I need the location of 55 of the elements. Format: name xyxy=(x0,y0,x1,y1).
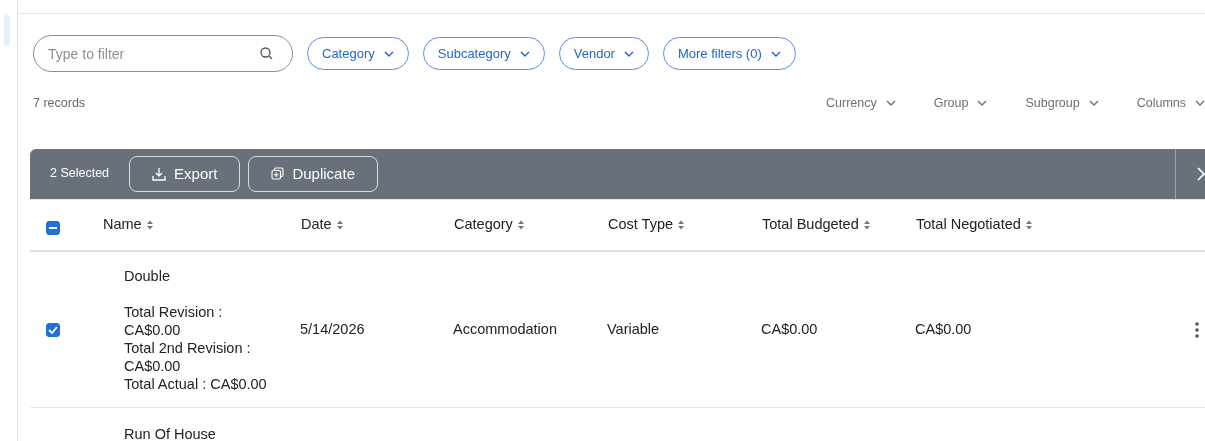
table-cell: CA$0.00 xyxy=(915,320,972,337)
chevron-down-icon xyxy=(519,50,530,57)
sort-icon xyxy=(517,220,524,230)
filter-dropdown[interactable]: More filters (0) xyxy=(662,37,796,70)
filter-dropdown[interactable]: Subcategory xyxy=(422,37,545,70)
checkbox[interactable] xyxy=(46,322,60,337)
table-cell: 5/14/2026 xyxy=(300,320,365,337)
filter-dropdown[interactable]: Category xyxy=(307,37,409,70)
column-header[interactable]: Total Budgeted xyxy=(762,214,870,236)
view-option-dropdown[interactable]: Currency xyxy=(826,94,896,113)
column-header[interactable]: Date xyxy=(301,214,343,236)
table-cell: Accommodation xyxy=(453,320,557,337)
detail-text: Total Revision : xyxy=(124,303,224,321)
filter-dropdown[interactable]: Vendor xyxy=(558,37,649,70)
table-cell: CA$0.00 xyxy=(761,320,818,337)
download-icon xyxy=(152,166,167,181)
chevron-down-icon xyxy=(1195,100,1205,107)
sort-icon xyxy=(1025,220,1032,230)
sort-icon xyxy=(863,220,870,230)
chevron-down-icon xyxy=(1088,100,1099,107)
chevron-down-icon xyxy=(770,50,781,57)
duplicate-button[interactable]: Duplicate xyxy=(248,155,378,192)
next-button[interactable] xyxy=(1175,148,1205,199)
check-icon xyxy=(48,325,58,334)
sort-icon xyxy=(336,220,343,230)
record-count: 7 records xyxy=(33,95,86,112)
export-button[interactable]: Export xyxy=(129,155,241,192)
sort-icon xyxy=(146,220,153,230)
more-options-icon[interactable] xyxy=(1195,321,1199,338)
sort-icon xyxy=(678,220,685,230)
chevron-down-icon xyxy=(977,100,988,107)
checkbox[interactable] xyxy=(46,221,60,236)
column-header[interactable]: Category xyxy=(454,214,524,236)
chevron-down-icon xyxy=(885,100,896,107)
column-header[interactable]: Total Negotiated xyxy=(916,214,1032,236)
table-cell: Variable xyxy=(607,320,660,337)
item-name: Double xyxy=(124,267,171,287)
detail-text: CA$0.00 xyxy=(124,357,182,375)
chevron-right-icon xyxy=(1197,166,1205,181)
detail-text: Total Actual : CA$0.00 xyxy=(124,375,268,393)
item-name: Run Of House xyxy=(124,425,217,441)
selected-count: 2 Selected xyxy=(50,165,110,183)
column-header[interactable]: Name xyxy=(103,214,153,236)
detail-text: CA$0.00 xyxy=(124,321,182,339)
duplicate-icon xyxy=(271,167,285,181)
search-icon xyxy=(260,47,273,60)
view-option-dropdown[interactable]: Columns xyxy=(1136,94,1205,113)
column-header[interactable]: Cost Type xyxy=(608,214,685,236)
detail-text: Total 2nd Revision : xyxy=(124,339,252,357)
chevron-down-icon xyxy=(383,50,394,57)
search-field[interactable]: Type to filter xyxy=(33,35,293,72)
minus-icon xyxy=(49,227,57,230)
view-option-dropdown[interactable]: Subgroup xyxy=(1025,94,1099,113)
view-option-dropdown[interactable]: Group xyxy=(933,94,988,113)
chevron-down-icon xyxy=(623,50,634,57)
